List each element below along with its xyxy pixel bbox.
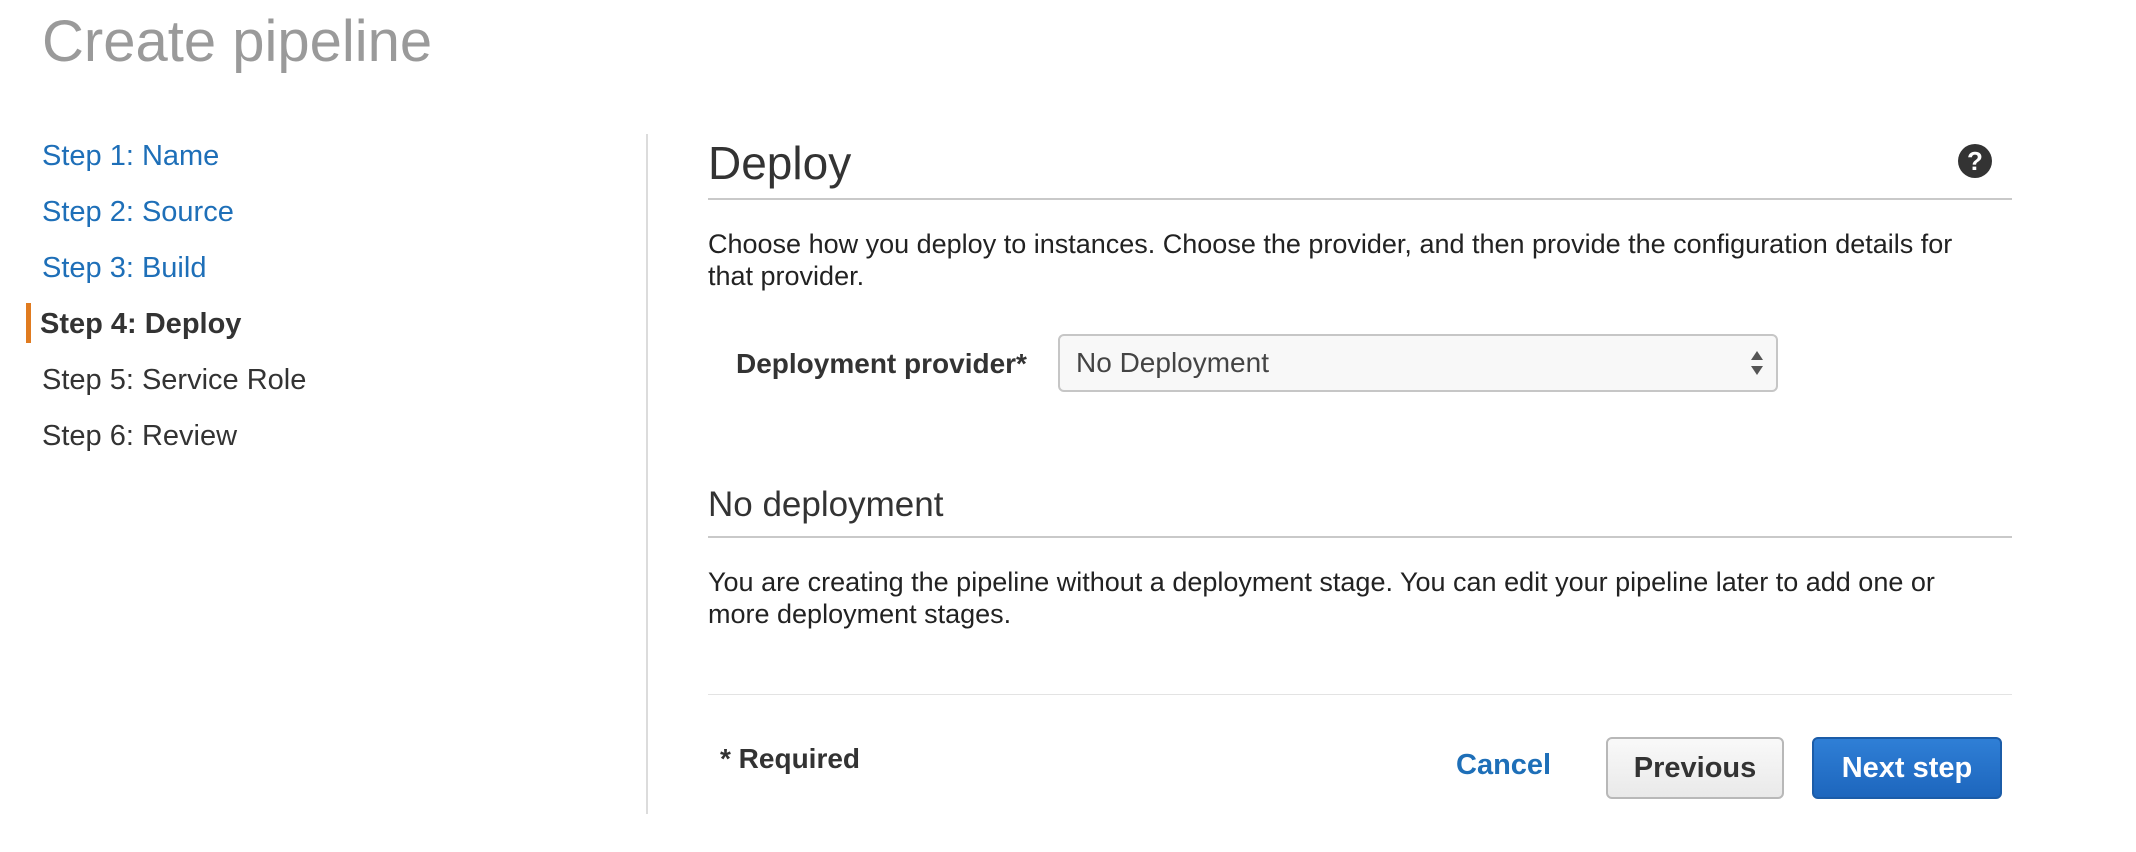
step-3-build-link[interactable]: Step 3: Build [26,240,626,296]
up-down-arrows-icon [1751,351,1763,375]
deploy-description: Choose how you deploy to instances. Choo… [708,229,1953,291]
deployment-provider-value: No Deployment [1076,347,1269,378]
vertical-divider [646,134,648,814]
step-1-name-link[interactable]: Step 1: Name [26,128,626,184]
cancel-link[interactable]: Cancel [1456,749,1551,782]
page-title: Create pipeline [42,9,433,74]
previous-button[interactable]: Previous [1606,737,1784,799]
section-title: Deploy [708,137,852,189]
footer-divider [708,694,2012,695]
deployment-provider-select[interactable]: No Deployment [1058,334,1778,392]
deployment-provider-label: Deployment provider* [736,348,1027,379]
no-deployment-description: You are creating the pipeline without a … [708,567,1935,629]
wizard-steps-nav: Step 1: Name Step 2: Source Step 3: Buil… [26,128,626,464]
deploy-header: Deploy ? [708,132,2012,200]
wizard-footer: * Required Cancel Previous Next step [708,737,2012,817]
step-2-source-link[interactable]: Step 2: Source [26,184,626,240]
help-icon[interactable]: ? [1958,144,1992,178]
step-6-review: Step 6: Review [42,420,238,452]
subsection-title: No deployment [708,485,944,524]
no-deployment-header: No deployment [708,482,2012,538]
step-4-deploy-current: Step 4: Deploy [26,296,626,352]
deploy-panel: Deploy ? Choose how you deploy to instan… [708,132,2012,817]
required-note: * Required [720,743,861,774]
next-step-button[interactable]: Next step [1812,737,2002,799]
deployment-provider-row: Deployment provider* No Deployment [708,334,2012,398]
step-5-service-role: Step 5: Service Role [42,364,307,396]
